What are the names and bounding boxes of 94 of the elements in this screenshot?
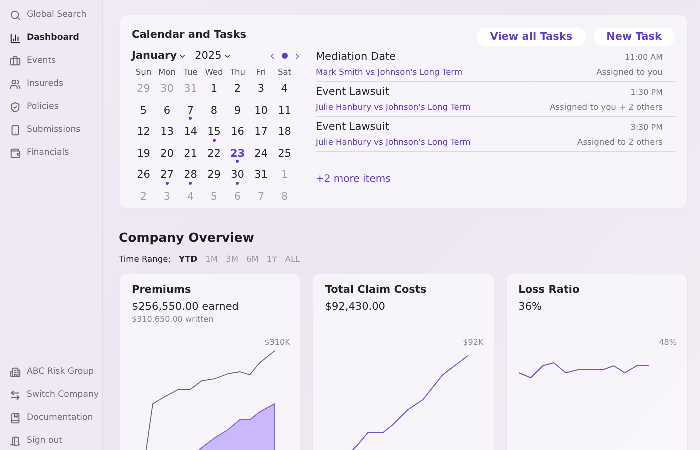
calendar-day[interactable]: 20 [156,144,179,165]
calendar-day[interactable]: 2 [226,79,250,100]
assignee-text: Assigned to 2 others [578,137,663,147]
calendar-day[interactable]: 16 [226,122,250,144]
calendar-day[interactable]: 28 [179,165,202,186]
metric-value: $256,550.00 earned [132,301,240,313]
sidebar-item[interactable]: ABC Risk Group [0,363,102,381]
end-value-label: $310K [264,338,290,347]
sidebar-item[interactable]: Dashboard [0,29,102,47]
range-option[interactable]: YTD [179,254,198,264]
calendar-day[interactable]: 26 [132,165,156,186]
search-icon [10,10,21,20]
next-icon[interactable] [293,52,302,60]
task-time: 11:00 AM [625,53,663,62]
assignee-text: Assigned to you + 2 others [550,102,663,112]
calendar-day[interactable]: 14 [179,122,202,144]
sidebar-item[interactable]: Policies [0,98,102,116]
phone-icon [10,124,21,136]
people-icon [10,78,21,90]
calendar-day[interactable]: 9 [226,100,250,122]
sidebar-item[interactable]: Documentation [0,409,102,427]
weekday-label: Wed [204,66,224,79]
sidebar-item[interactable]: Switch Company [0,386,102,404]
calendar-day[interactable]: 6 [156,100,179,122]
case-link[interactable]: Mark Smith vs Johnson's Long Term [316,67,463,77]
shield-icon [10,102,21,112]
sidebar-item[interactable]: Sign out [0,432,102,450]
calendar-day[interactable]: 17 [250,122,273,144]
metric-subtext: $310,650.00 written [132,315,215,324]
calendar-day[interactable]: 24 [250,144,273,165]
swap-arrows-icon [10,390,21,400]
wallet-icon [10,148,21,158]
sidebar-item[interactable]: Submissions [0,121,102,139]
bar-chart-icon [10,32,21,44]
task-button[interactable]: View all Tasks [477,28,586,46]
sidebar-item[interactable]: Global Search [0,6,102,24]
metric-value: $92,430.00 [325,301,386,313]
calendar-day[interactable]: 18 [273,122,296,144]
weekday-label: Sat [276,66,293,79]
calendar-day[interactable]: 1 [202,79,226,100]
case-link[interactable]: Julie Hanbury vs Johnson's Long Term [316,137,471,147]
task-title: Mediation Date [316,51,396,63]
assignee-text: Assigned to you [596,67,663,77]
calendar-day[interactable]: 22 [202,144,226,165]
metric-title: Loss Ratio [518,284,581,296]
calendar-day[interactable]: 3 [250,79,273,100]
task-button[interactable]: New Task [594,28,675,46]
calendar-day[interactable]: 19 [132,144,156,165]
range-label: Time Range: [119,254,172,264]
end-value-label: 48% [659,338,677,347]
end-value-label: $92K [463,338,484,347]
calendar-day[interactable]: 12 [132,122,156,144]
metric-title: Total Claim Costs [325,284,428,296]
calendar-day[interactable]: 31 [250,165,273,186]
calendar-day[interactable]: 10 [250,100,273,122]
previous-icon[interactable] [268,52,277,60]
calendar-day[interactable]: 29 [202,165,226,186]
calendar-day[interactable]: 5 [132,100,156,122]
metric-title: Premiums [132,284,192,296]
weekday-label: Fri [255,66,268,79]
calendar-day[interactable]: 4 [273,79,296,100]
year-select[interactable]: 2025 [195,50,232,62]
task-time: 3:30 PM [630,123,663,132]
weekday-label: Tue [182,66,199,79]
building-icon [10,366,21,378]
card-title: Calendar and Tasks [132,29,247,41]
calendar-day[interactable]: 15 [202,122,226,144]
metric-value: 36% [518,301,543,313]
sidebar-item[interactable]: Events [0,52,102,70]
task-title: Event Lawsuit [316,86,390,98]
briefcase-icon [10,56,21,66]
more-items-link[interactable]: +2 more items [316,174,391,185]
calendar-day[interactable]: 23 [226,144,250,165]
calendar-day[interactable]: 11 [273,100,296,122]
calendar-day[interactable]: 30 [226,165,250,186]
case-link[interactable]: Julie Hanbury vs Johnson's Long Term [316,102,471,112]
weekday-label: Thu [228,66,247,79]
book-icon [10,412,21,424]
weekday-label: Mon [158,66,177,79]
weekday-label: Sun [134,66,153,79]
calendar-day[interactable]: 25 [273,144,296,165]
calendar-day[interactable]: 7 [179,100,202,122]
sidebar-item[interactable]: Financials [0,144,102,162]
task-title: Event Lawsuit [316,121,390,133]
calendar-day[interactable]: 13 [156,122,179,144]
month-select[interactable]: January [132,50,188,62]
task-time: 1:30 PM [630,88,663,97]
calendar-day[interactable]: 8 [202,100,226,122]
today-dot-icon[interactable] [282,53,288,59]
sidebar-item[interactable]: Insureds [0,75,102,93]
calendar-day[interactable]: 27 [156,165,179,186]
section-title: Company Overview [119,230,254,245]
calendar-day[interactable]: 21 [179,144,202,165]
door-icon [10,436,21,446]
